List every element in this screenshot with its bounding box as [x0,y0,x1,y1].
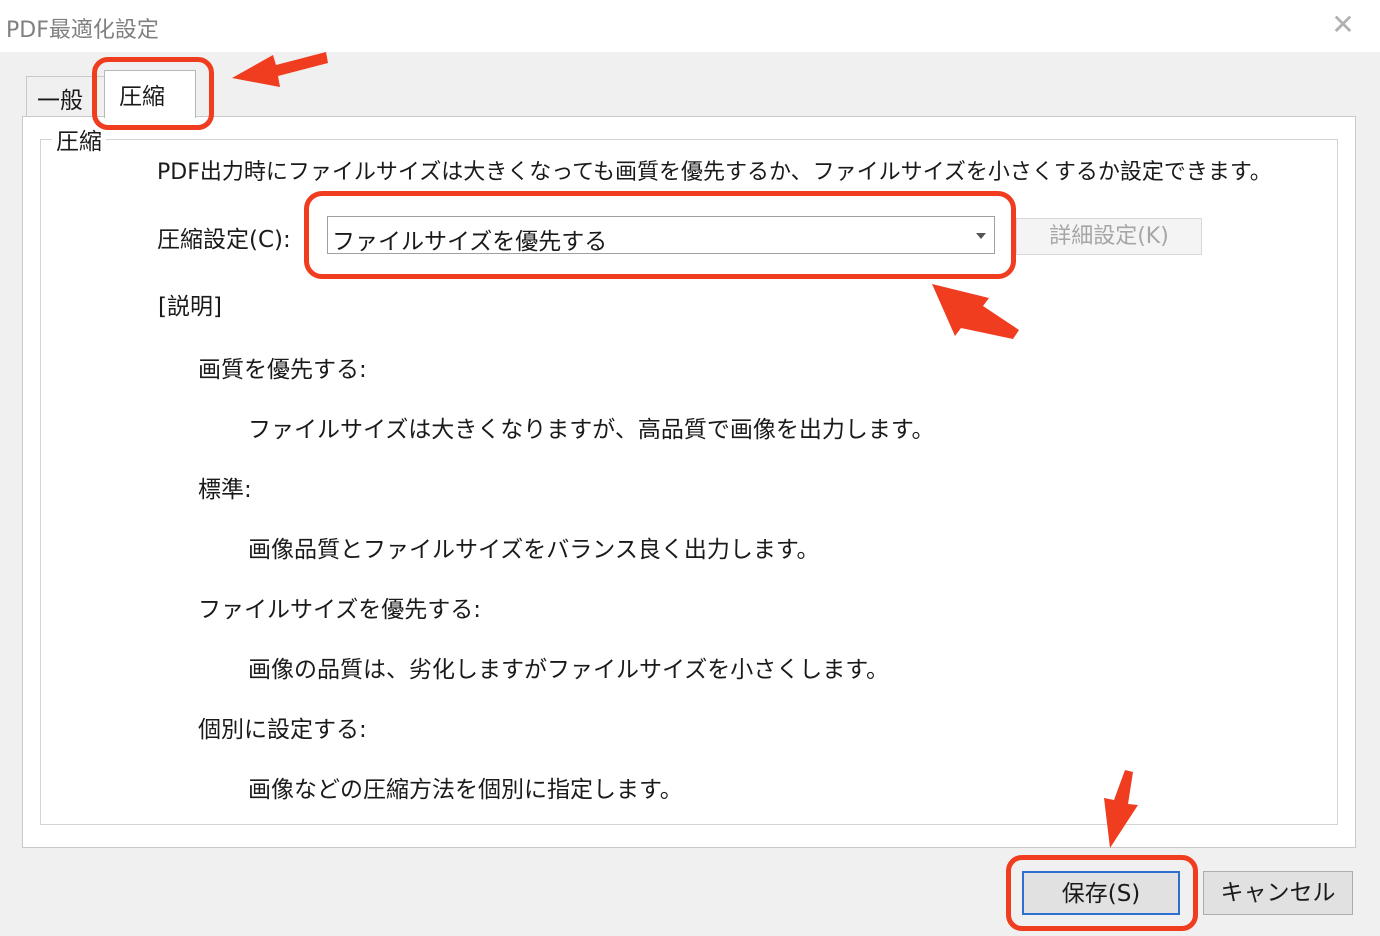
description-text: 画像などの圧縮方法を個別に指定します。 [248,777,683,803]
chevron-down-icon[interactable] [976,233,986,239]
save-button[interactable]: 保存(S) [1022,871,1180,915]
group-title: 圧縮 [52,122,106,156]
tab-general[interactable]: 一般 [26,76,106,116]
description-title: 個別に設定する: [198,717,367,743]
annotation-arrow-icon [232,52,328,87]
description-text: 画像の品質は、劣化しますがファイルサイズを小さくします。 [248,657,890,683]
description-title: ファイルサイズを優先する: [198,597,482,623]
description-text: ファイルサイズは大きくなりますが、高品質で画像を出力します。 [248,417,935,443]
description-text: 画像品質とファイルサイズをバランス良く出力します。 [248,537,820,563]
window-title: PDF最適化設定 [6,18,159,43]
cancel-button[interactable]: キャンセル [1203,871,1353,915]
title-bar: PDF最適化設定 ✕ [0,0,1380,52]
description-heading: [説明] [158,294,222,320]
description-title: 標準: [198,477,252,503]
tab-compress[interactable]: 圧縮 [104,70,196,118]
compression-setting-select[interactable]: ファイルサイズを優先する [327,216,995,255]
detail-settings-button[interactable]: 詳細設定(K) [1016,218,1202,255]
description-title: 画質を優先する: [198,357,367,383]
close-icon[interactable]: ✕ [1330,11,1356,39]
intro-text: PDF出力時にファイルサイズは大きくなっても画質を優先するか、ファイルサイズを小… [157,160,1272,185]
compression-setting-label: 圧縮設定(C): [157,227,291,253]
compression-setting-value: ファイルサイズを優先する [332,229,608,255]
